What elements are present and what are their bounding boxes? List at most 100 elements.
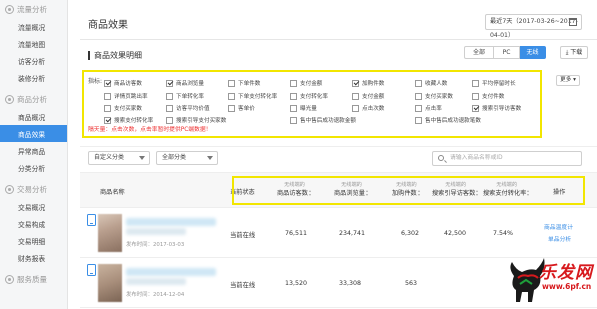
indicator-option-label: 收藏人数 — [425, 81, 448, 87]
indicator-option-label: 下单件数 — [238, 81, 261, 87]
sidebar-item-visitor-analysis[interactable]: 访客分析 — [0, 52, 67, 69]
indicator-option[interactable]: 支付买家数 — [415, 92, 453, 100]
metric-cell: 13,520 — [285, 280, 308, 287]
product-title-blurred[interactable] — [126, 218, 216, 226]
metric-cell: 76,511 — [285, 230, 308, 237]
checkbox-icon[interactable] — [415, 116, 422, 124]
tab-wireless[interactable]: 无线 — [520, 46, 546, 59]
indicator-option[interactable]: 搜索引导支付买家数 — [166, 116, 226, 124]
indicator-option[interactable]: 支付买家数 — [104, 104, 142, 112]
download-button[interactable]: ⤓ 下载 — [560, 46, 588, 59]
mobile-device-icon — [87, 264, 96, 276]
checkbox-icon[interactable] — [472, 79, 479, 87]
checkbox-icon[interactable] — [104, 79, 111, 87]
indicator-option-label: 下单转化率 — [176, 94, 204, 100]
sidebar-item-finance-report[interactable]: 财务报表 — [0, 249, 67, 266]
indicator-option[interactable]: 详情页跳出率 — [104, 92, 148, 100]
indicator-option[interactable]: 访客平均价值 — [166, 104, 210, 112]
indicator-option[interactable]: 搜索支付转化率 — [104, 116, 153, 124]
indicator-option[interactable]: 客单价 — [228, 104, 255, 112]
indicator-option[interactable]: 支付金额 — [290, 79, 322, 87]
checkbox-icon[interactable] — [415, 104, 422, 112]
indicator-option[interactable]: 售中售后成功退款金额 — [290, 116, 356, 124]
indicator-option[interactable]: 收藏人数 — [415, 79, 447, 87]
tab-all[interactable]: 全部 — [464, 46, 494, 59]
indicator-option[interactable]: 下单支付转化率 — [228, 92, 277, 100]
checkbox-icon[interactable] — [104, 92, 111, 100]
tab-pc[interactable]: PC — [494, 46, 520, 59]
checkbox-icon[interactable] — [352, 104, 359, 112]
checkbox-icon[interactable] — [352, 79, 359, 87]
indicator-option[interactable]: 加购件数 — [352, 79, 384, 87]
product-thumbnail[interactable] — [98, 214, 122, 252]
more-button[interactable]: 更多 ▾ — [556, 75, 580, 86]
indicator-option[interactable]: 售中售后成功退款笔数 — [415, 116, 481, 124]
checkbox-icon[interactable] — [166, 116, 173, 124]
checkbox-icon[interactable] — [290, 104, 297, 112]
checkbox-icon[interactable] — [228, 92, 235, 100]
indicator-option-label: 详情页跳出率 — [114, 94, 148, 100]
sidebar-item-decor-analysis[interactable]: 装修分析 — [0, 69, 67, 86]
indicator-option-label: 平均停留时长 — [482, 81, 516, 87]
checkbox-icon[interactable] — [352, 92, 359, 100]
all-category-select[interactable]: 全部分类 — [156, 151, 218, 165]
custom-category-select[interactable]: 自定义分类 — [88, 151, 150, 165]
sidebar-section-product[interactable]: 商品分析 — [0, 90, 67, 108]
checkbox-icon[interactable] — [104, 104, 111, 112]
indicator-option[interactable]: 支付金额 — [352, 92, 384, 100]
sidebar-item-category-analysis[interactable]: 分类分析 — [0, 159, 67, 176]
indicator-option[interactable]: 搜索引导访客数 — [472, 104, 521, 112]
checkbox-icon[interactable] — [415, 79, 422, 87]
checkbox-icon[interactable] — [415, 92, 422, 100]
sidebar-item-abnormal-product[interactable]: 异常商品 — [0, 142, 67, 159]
indicator-option[interactable]: 点击次数 — [352, 104, 384, 112]
indicator-option[interactable]: 平均停留时长 — [472, 79, 516, 87]
indicator-option[interactable]: 下单转化率 — [166, 92, 204, 100]
checkbox-icon[interactable] — [166, 104, 173, 112]
product-title-blurred[interactable] — [126, 268, 216, 276]
checkbox-icon[interactable] — [290, 92, 297, 100]
checkbox-icon[interactable] — [166, 79, 173, 87]
checkbox-icon[interactable] — [290, 79, 297, 87]
checkbox-icon[interactable] — [290, 116, 297, 124]
checkbox-icon[interactable] — [104, 116, 111, 124]
sidebar: 流量分析 流量概况 流量地图 访客分析 装修分析 商品分析 商品概况 商品效果 … — [0, 0, 68, 309]
sidebar-item-trade-overview[interactable]: 交易概况 — [0, 198, 67, 215]
indicator-option[interactable]: 下单件数 — [228, 79, 260, 87]
indicator-option[interactable]: 商品访客数 — [104, 79, 142, 87]
watermark-text: 乐发网 — [539, 263, 593, 283]
indicator-label: 指标: — [88, 78, 103, 85]
sidebar-item-traffic-map[interactable]: 流量地图 — [0, 35, 67, 52]
checkbox-icon[interactable] — [166, 92, 173, 100]
watermark-url: www.6pf.cn — [542, 282, 592, 291]
indicator-option[interactable]: 曝光量 — [290, 104, 317, 112]
sidebar-section-trade[interactable]: 交易分析 — [0, 180, 67, 198]
sidebar-section-service[interactable]: 服务质量 — [0, 270, 67, 288]
checkbox-icon[interactable] — [472, 92, 479, 100]
sidebar-item-product-effect[interactable]: 商品效果 — [0, 125, 67, 142]
traffic-icon — [5, 4, 14, 14]
indicator-option[interactable]: 支付转化率 — [290, 92, 328, 100]
sidebar-item-trade-detail[interactable]: 交易明细 — [0, 232, 67, 249]
date-range-picker[interactable]: 最近7天（2017-03-26~2017-04-01） — [485, 14, 582, 39]
product-thumbnail[interactable] — [98, 264, 122, 302]
indicator-option[interactable]: 点击率 — [415, 104, 442, 112]
thermometer-link[interactable]: 商品温度计 — [544, 222, 573, 231]
checkbox-icon[interactable] — [228, 104, 235, 112]
device-tabs: 全部 PC 无线 — [464, 46, 546, 59]
checkbox-icon[interactable] — [228, 79, 235, 87]
status-cell: 当前在线 — [230, 232, 256, 239]
sidebar-item-traffic-overview[interactable]: 流量概况 — [0, 18, 67, 35]
indicator-option-label: 支付件数 — [482, 94, 505, 100]
sidebar-section-traffic[interactable]: 流量分析 — [0, 0, 67, 18]
sidebar-item-product-overview[interactable]: 商品概况 — [0, 108, 67, 125]
sidebar-item-trade-composition[interactable]: 交易构成 — [0, 215, 67, 232]
checkbox-icon[interactable] — [472, 104, 479, 112]
watermark-logo: 乐发网 www.6pf.cn — [506, 252, 597, 309]
indicator-option[interactable]: 支付件数 — [472, 92, 504, 100]
metric-cell: 7.54% — [493, 230, 514, 237]
item-analysis-link[interactable]: 单品分析 — [548, 234, 571, 243]
search-icon — [438, 155, 444, 161]
indicator-option[interactable]: 商品浏览量 — [166, 79, 204, 87]
product-search-input[interactable]: 请输入商品名称或ID — [432, 151, 582, 166]
